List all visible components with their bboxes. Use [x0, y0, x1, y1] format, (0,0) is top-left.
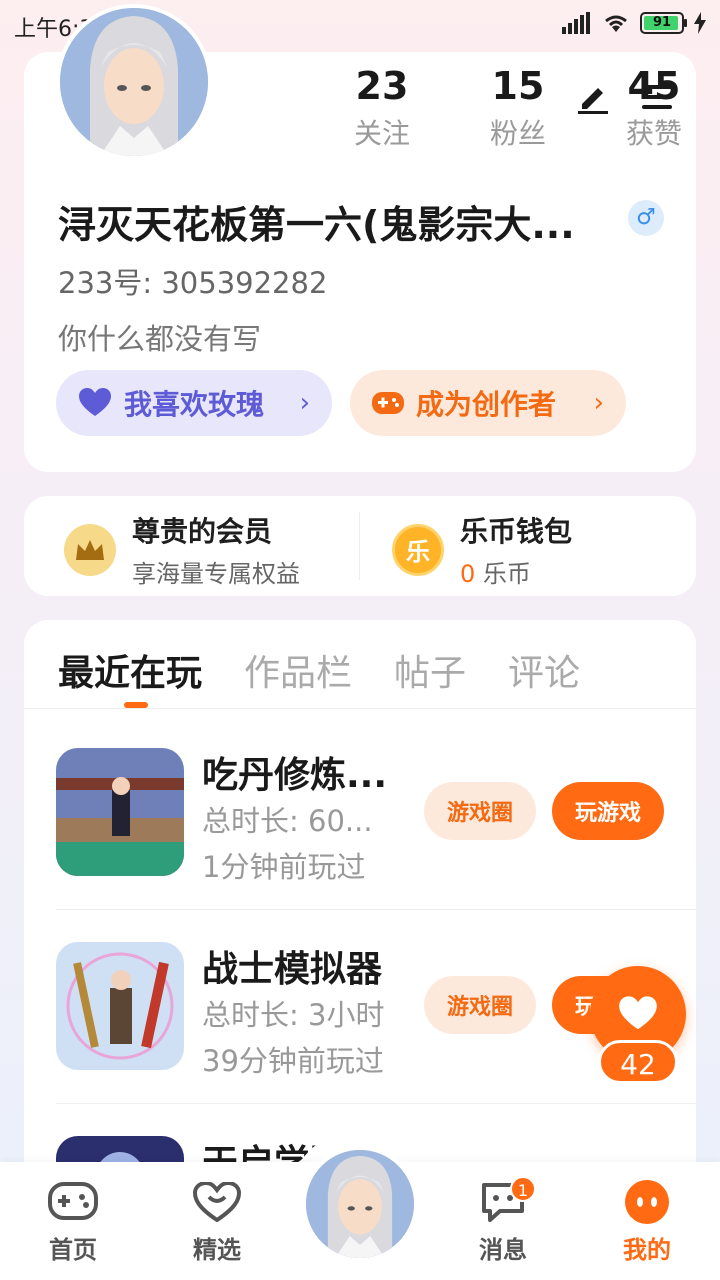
mine-face-icon	[625, 1180, 669, 1224]
game-last-played: 39分钟前玩过	[202, 1044, 384, 1078]
game-duration: 总时长: 3小时	[202, 998, 385, 1032]
battery-icon: 91	[640, 12, 687, 34]
nav-home[interactable]: 首页	[18, 1178, 128, 1265]
status-indicators: 91	[562, 12, 706, 34]
signal-icon	[562, 12, 590, 34]
rose-button[interactable]: 我喜欢玫瑰 ›	[56, 370, 332, 436]
wifi-icon	[605, 15, 627, 32]
tabs-divider	[24, 708, 696, 709]
battery-level: 91	[652, 15, 672, 30]
vip-entry[interactable]: 尊贵的会员 享海量专属权益	[64, 510, 300, 589]
nav-messages-label: 消息	[479, 1236, 527, 1264]
game-name: 吃丹修炼...	[202, 755, 388, 796]
featured-heart-icon	[193, 1182, 241, 1222]
nickname: 浔灭天花板第一六(鬼影宗大...	[58, 203, 575, 247]
nav-mine[interactable]: 我的	[592, 1178, 702, 1265]
vip-title: 尊贵的会员	[132, 515, 273, 548]
header-actions	[576, 80, 674, 114]
member-card: 尊贵的会员 享海量专属权益 乐 乐币钱包 0 乐币	[24, 496, 696, 596]
user-id[interactable]: 233号: 305392282	[58, 260, 327, 302]
game-last-played: 1分钟前玩过	[202, 850, 366, 884]
heart-icon	[79, 388, 111, 416]
stat-following-count: 23	[355, 64, 409, 108]
vip-subtitle: 享海量专属权益	[132, 560, 300, 588]
game-name: 战士模拟器	[202, 949, 383, 990]
stat-likes-label: 获赞	[625, 117, 682, 150]
wallet-balance: 0 乐币	[460, 554, 572, 589]
game-circle-button[interactable]: 游戏圈	[424, 782, 536, 840]
avatar-image	[306, 1150, 414, 1258]
become-creator-label: 成为创作者	[416, 388, 557, 421]
rose-button-label: 我喜欢玫瑰	[124, 388, 265, 421]
wallet-title: 乐币钱包	[460, 515, 573, 548]
game-row[interactable]: 吃丹修炼... 总时长: 60... 1分钟前玩过 游戏圈 玩游戏	[24, 716, 696, 910]
wallet-entry[interactable]: 乐 乐币钱包 0 乐币	[392, 510, 572, 589]
nav-home-label: 首页	[49, 1236, 97, 1264]
stat-following-label: 关注	[353, 117, 410, 150]
profile-avatar[interactable]	[56, 4, 212, 160]
coin-icon: 乐	[392, 523, 444, 576]
stat-fans-label: 粉丝	[489, 117, 546, 150]
gamepad-icon	[48, 1182, 98, 1220]
heart-icon	[619, 996, 657, 1030]
crown-icon	[64, 523, 116, 576]
game-thumbnail[interactable]	[56, 748, 184, 876]
game-duration: 总时长: 60...	[202, 804, 373, 838]
game-thumbnail[interactable]	[56, 942, 184, 1070]
gender-male-icon: ♂	[628, 200, 664, 236]
nav-mine-label: 我的	[623, 1236, 671, 1264]
nav-messages[interactable]: 1 消息	[448, 1176, 558, 1265]
tab-recent[interactable]: 最近在玩	[58, 644, 202, 696]
avatar-image	[60, 8, 208, 156]
bio[interactable]: 你什么都没有写	[58, 316, 261, 358]
stat-following[interactable]: 23 关注	[314, 64, 450, 152]
chevron-right-icon: ›	[593, 388, 604, 418]
become-creator-button[interactable]: 成为创作者 ›	[350, 370, 626, 436]
menu-icon[interactable]	[640, 82, 674, 112]
nav-featured-label: 精选	[193, 1236, 241, 1264]
like-count: 42	[598, 1040, 678, 1084]
gamepad-icon	[372, 392, 404, 414]
messages-badge: 1	[510, 1176, 536, 1202]
stat-fans[interactable]: 15 粉丝	[450, 64, 586, 152]
game-circle-button[interactable]: 游戏圈	[424, 976, 536, 1034]
play-game-button[interactable]: 玩游戏	[552, 782, 664, 840]
wallet-amount: 0	[460, 560, 476, 588]
wallet-unit: 乐币	[482, 560, 531, 588]
nav-center-avatar[interactable]	[302, 1146, 418, 1262]
chevron-right-icon: ›	[299, 388, 310, 418]
profile-tabs: 最近在玩 作品栏 帖子 评论	[58, 644, 580, 696]
charging-icon	[694, 12, 706, 34]
tab-comments[interactable]: 评论	[508, 644, 580, 696]
member-divider	[359, 512, 360, 580]
nav-featured[interactable]: 精选	[162, 1178, 272, 1265]
tab-posts[interactable]: 帖子	[394, 644, 466, 696]
stat-fans-count: 15	[491, 64, 545, 108]
edit-icon[interactable]	[576, 80, 610, 114]
tab-works[interactable]: 作品栏	[244, 644, 352, 696]
